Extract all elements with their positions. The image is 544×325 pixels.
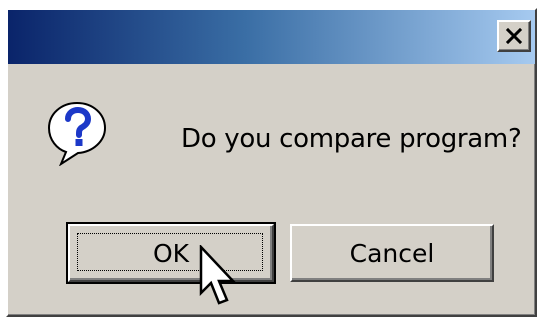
mouse-pointer-icon: [199, 245, 236, 305]
confirm-dialog: Do you compare program? OK Cancel: [6, 8, 537, 317]
title-bar[interactable]: [8, 10, 535, 64]
close-icon: [505, 28, 523, 44]
cancel-button[interactable]: Cancel: [290, 224, 494, 282]
cancel-button-label: Cancel: [349, 238, 435, 268]
ok-button[interactable]: OK: [66, 222, 276, 284]
dialog-message: Do you compare program?: [181, 124, 522, 154]
question-icon: [47, 101, 107, 166]
close-button[interactable]: [497, 20, 531, 52]
